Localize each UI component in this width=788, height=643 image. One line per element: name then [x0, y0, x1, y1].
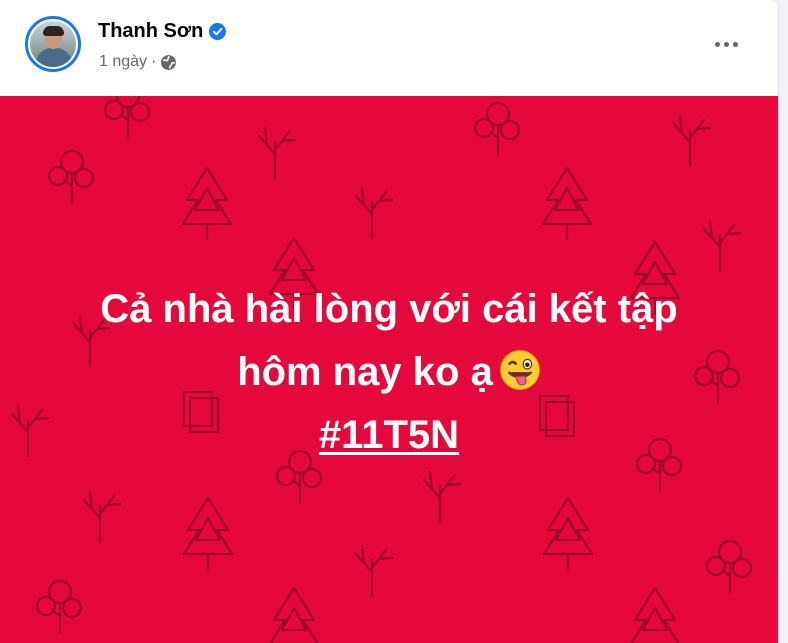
- post-hashtag[interactable]: #11T5N: [0, 404, 778, 467]
- post-card: Thanh Sơn 1 ngày · Cả nhà hài lòng với c…: [0, 0, 778, 643]
- author-row: Thanh Sơn: [98, 19, 227, 43]
- avatar-photo: [30, 21, 76, 67]
- post-header: Thanh Sơn 1 ngày ·: [0, 0, 778, 96]
- post-text: Cả nhà hài lòng với cái kết tập hôm nay …: [0, 278, 778, 467]
- post-text-line-1: Cả nhà hài lòng với cái kết tập: [100, 287, 678, 331]
- post-background: Cả nhà hài lòng với cái kết tập hôm nay …: [0, 96, 778, 643]
- author-name[interactable]: Thanh Sơn: [98, 20, 203, 43]
- post-text-line-2: hôm nay ko ạ: [0, 341, 778, 404]
- verified-badge-icon: [209, 22, 227, 40]
- globe-icon[interactable]: [160, 54, 177, 71]
- meta-separator: ·: [151, 53, 157, 70]
- post-text-line-2-text: hôm nay ko ạ: [237, 350, 493, 394]
- winking-face-with-tongue-icon: [499, 347, 541, 390]
- post-meta: 1 ngày ·: [99, 53, 177, 71]
- post-timestamp[interactable]: 1 ngày: [99, 53, 147, 71]
- more-options-icon[interactable]: [706, 28, 746, 60]
- avatar[interactable]: [25, 16, 81, 72]
